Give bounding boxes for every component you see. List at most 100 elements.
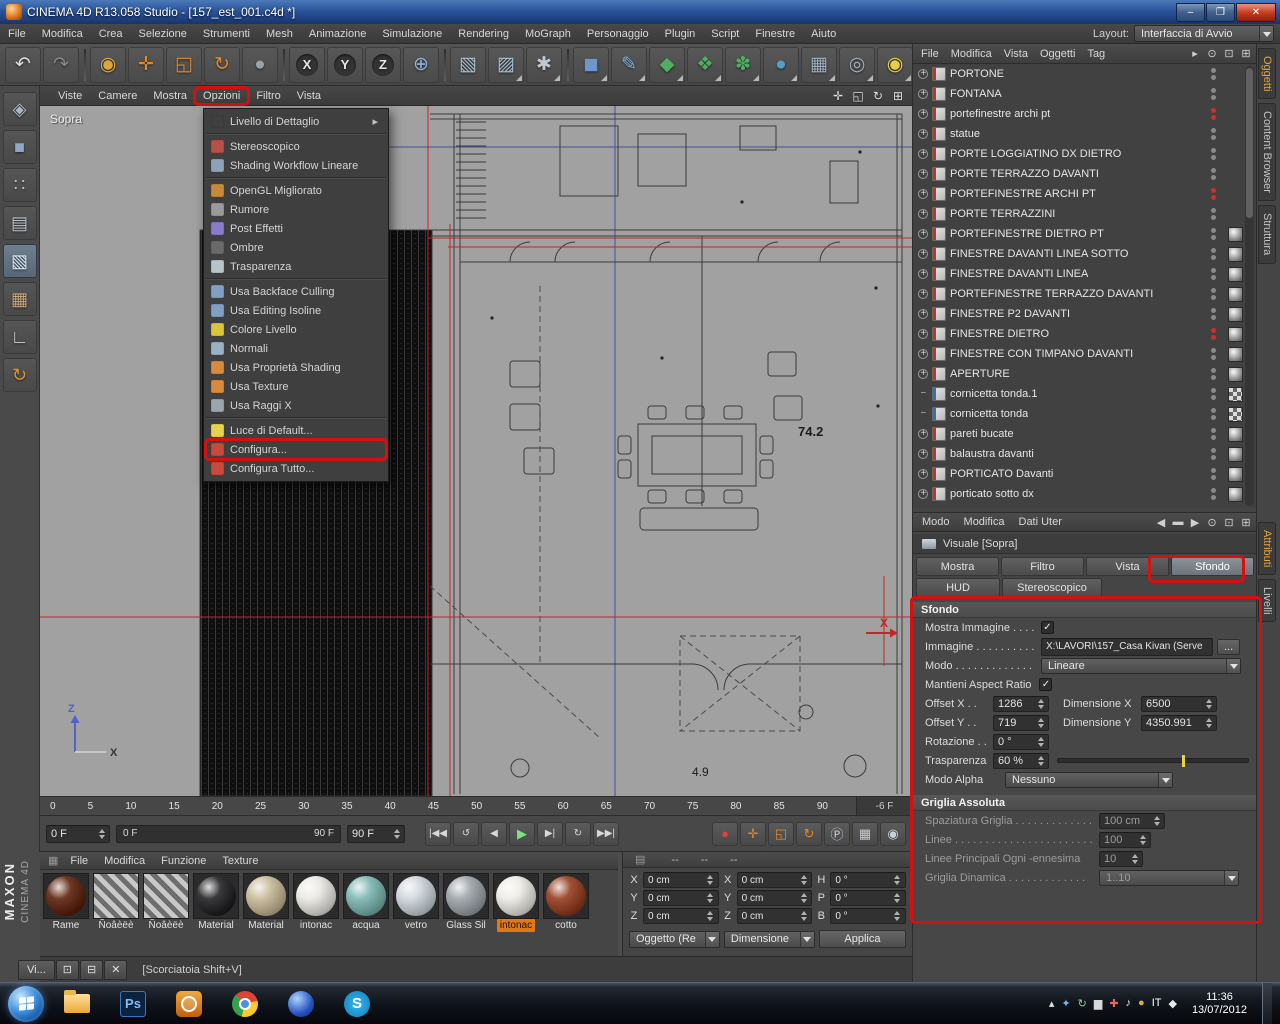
spinner-icon[interactable] <box>1203 717 1212 728</box>
toolbar-button[interactable]: ◱ <box>166 46 202 83</box>
tray-icon[interactable]: IT <box>1152 997 1162 1010</box>
expand-icon[interactable] <box>918 428 928 439</box>
taskbar-skype[interactable]: S <box>334 985 380 1023</box>
viewport-menu-item[interactable]: Opzioni <box>193 85 251 106</box>
toolbar-button[interactable]: ▦ <box>801 46 837 83</box>
taskbar-media-app[interactable] <box>278 985 324 1023</box>
record-button[interactable]: ✛ <box>740 821 766 846</box>
timeline-ruler[interactable]: 0 5 10 15 20 25 30 35 40 45 50 55 60 65 70 75 80 85 90 -6 … <box>40 796 912 816</box>
record-button[interactable]: Ⓟ <box>824 821 850 846</box>
attribute-menu-item[interactable]: Modo <box>915 512 957 532</box>
attribute-header-icon[interactable]: ▬ <box>1171 516 1185 529</box>
visibility-dots[interactable] <box>1211 148 1216 160</box>
viewport-nav-icon[interactable]: ↻ <box>870 89 886 103</box>
viewport-nav-icon[interactable]: ⊞ <box>890 89 906 103</box>
visibility-dots[interactable] <box>1211 168 1216 180</box>
options-menu-item[interactable]: Colore Livello <box>206 320 386 339</box>
object-material-thumb[interactable] <box>1228 366 1243 382</box>
toolbar-button[interactable]: ✱ <box>526 46 562 83</box>
object-name[interactable]: APERTURE <box>950 368 1010 380</box>
object-name[interactable]: FINESTRE DAVANTI LINEA <box>950 268 1088 280</box>
material-menu-item[interactable]: File <box>62 852 96 870</box>
object-row[interactable]: FINESTRE CON TIMPANO DAVANTI <box>913 344 1257 364</box>
material-tile[interactable]: Material <box>242 873 290 932</box>
palette-button[interactable]: ∷ <box>2 168 37 202</box>
object-row[interactable]: APERTURE <box>913 364 1257 384</box>
size-z-field[interactable]: 0 cm <box>736 908 813 924</box>
modo-alpha-dropdown[interactable]: Nessuno <box>1005 771 1173 788</box>
menubar-item[interactable]: Mesh <box>258 24 301 44</box>
viewport[interactable]: X Z X 74.2 4.9 Viste Camere Mostra Opzioni F… <box>40 85 912 796</box>
layout-dropdown[interactable]: Interfaccia di Avvio <box>1134 25 1274 42</box>
toolbar-button[interactable]: ✎ <box>611 46 647 83</box>
menubar-item[interactable]: Script <box>703 24 747 44</box>
playback-button[interactable]: ↻ <box>565 821 591 846</box>
menubar-item[interactable]: Rendering <box>450 24 517 44</box>
tray-icon[interactable]: ♪ <box>1126 997 1132 1010</box>
slider-knob[interactable] <box>1181 755 1185 767</box>
playback-button[interactable]: ▶ <box>509 821 535 846</box>
attribute-menu-item[interactable]: Dati Uter <box>1012 512 1069 532</box>
object-name[interactable]: FINESTRE DAVANTI LINEA SOTTO <box>950 248 1128 260</box>
playback-button[interactable]: |◀◀ <box>425 821 451 846</box>
visibility-dots[interactable] <box>1211 108 1216 120</box>
visibility-dots[interactable] <box>1211 488 1216 500</box>
object-row[interactable]: FINESTRE DAVANTI LINEA <box>913 264 1257 284</box>
tab-mostra[interactable]: Mostra <box>916 557 999 576</box>
menubar-item[interactable]: Aiuto <box>803 24 844 44</box>
object-row[interactable]: balaustra davanti <box>913 444 1257 464</box>
visibility-dots[interactable] <box>1211 68 1216 80</box>
menubar-item[interactable]: Selezione <box>131 24 195 44</box>
object-name[interactable]: PORTONE <box>950 68 1004 80</box>
object-manager-menu-item[interactable]: Oggetti <box>1034 44 1081 64</box>
trasparenza-field[interactable]: 60 % <box>993 752 1049 769</box>
options-menu-item[interactable]: Post Effetti <box>206 219 386 238</box>
object-manager-header-icon[interactable]: ▸ <box>1188 47 1202 60</box>
spinner-icon[interactable] <box>1035 755 1044 766</box>
visibility-dots[interactable] <box>1211 328 1216 340</box>
options-menu-item[interactable]: Stereoscopico <box>206 137 386 156</box>
material-tile[interactable]: Ñoâèëè <box>142 873 190 932</box>
options-menu-item[interactable]: Trasparenza <box>206 257 386 279</box>
expand-icon[interactable] <box>918 128 928 139</box>
viewport-menu-item[interactable]: Viste <box>50 88 90 104</box>
spinner-icon[interactable] <box>391 828 400 839</box>
palette-button[interactable]: ◈ <box>2 92 37 126</box>
material-preview[interactable] <box>193 873 239 919</box>
palette-button[interactable]: ∟ <box>2 320 37 354</box>
options-menu-item[interactable]: Ombre <box>206 238 386 257</box>
section-header-sfondo[interactable]: Sfondo <box>913 602 1257 618</box>
dimensione-x-field[interactable]: 6500 <box>1141 695 1217 712</box>
expand-icon[interactable] <box>918 408 928 419</box>
record-button[interactable]: ◉ <box>880 821 906 846</box>
material-name[interactable]: Glass Sil <box>443 919 488 932</box>
griglia-dinamica-dropdown[interactable]: 1..10 <box>1099 869 1239 886</box>
options-menu-item[interactable]: Usa Raggi X <box>206 396 386 418</box>
material-preview[interactable] <box>43 873 89 919</box>
rotazione-field[interactable]: 0 ° <box>993 733 1049 750</box>
toolbar-button[interactable]: ▨ <box>488 46 524 83</box>
object-row[interactable]: FINESTRE DIETRO <box>913 324 1257 344</box>
taskbar-chrome[interactable] <box>222 985 268 1023</box>
material-name[interactable]: Rame <box>50 919 83 932</box>
toolbar-button[interactable]: ❖ <box>687 46 723 83</box>
toolbar-button[interactable] <box>441 47 448 83</box>
show-desktop-button[interactable] <box>1262 982 1272 1024</box>
menubar-item[interactable]: Modifica <box>34 24 91 44</box>
object-manager-header-icon[interactable]: ⊞ <box>1239 47 1253 60</box>
spinner-icon[interactable] <box>798 893 807 903</box>
toolbar-button[interactable] <box>280 47 287 83</box>
expand-icon[interactable] <box>918 228 928 239</box>
object-row[interactable]: cornicetta tonda.1 <box>913 384 1257 404</box>
end-frame-field[interactable]: 90 F <box>347 824 405 843</box>
expand-icon[interactable] <box>918 388 928 399</box>
object-material-thumb[interactable] <box>1228 246 1243 262</box>
object-name[interactable]: statue <box>950 128 980 140</box>
material-preview[interactable] <box>343 873 389 919</box>
spinner-icon[interactable] <box>1137 834 1146 845</box>
toolbar-button[interactable]: ↻ <box>204 46 240 83</box>
toolbar-button[interactable]: Y <box>327 46 363 83</box>
object-manager-header-icon[interactable]: ⊡ <box>1222 47 1236 60</box>
palette-button[interactable]: ▧ <box>2 244 37 278</box>
toolbar-button[interactable]: ◆ <box>649 46 685 83</box>
